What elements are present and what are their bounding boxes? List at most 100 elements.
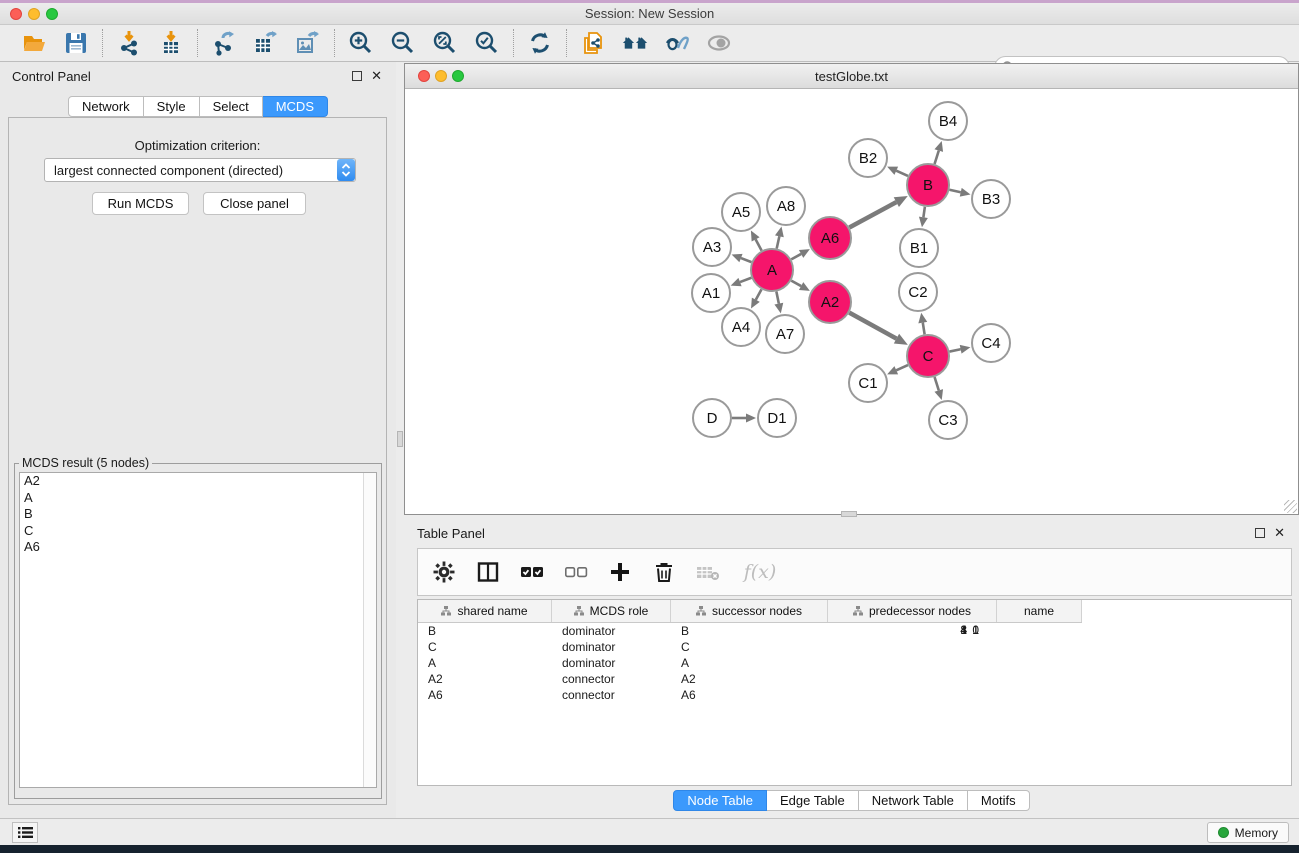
scrollbar-track[interactable] xyxy=(363,473,376,787)
splitter-grip[interactable] xyxy=(397,431,403,447)
column-header-name[interactable]: name xyxy=(997,600,1082,622)
graph-node-label: A5 xyxy=(732,204,750,221)
graph-edge-C-C2[interactable] xyxy=(923,323,925,335)
criterion-value: largest connected component (directed) xyxy=(45,163,337,178)
close-table-panel-icon[interactable]: ✕ xyxy=(1274,526,1285,540)
cell-MCDS-role: connector xyxy=(552,688,671,702)
export-network-icon[interactable] xyxy=(210,29,238,57)
graph-edge-C-C1[interactable] xyxy=(896,365,908,370)
graph-edge-A-A3[interactable] xyxy=(741,258,752,262)
tab-select[interactable]: Select xyxy=(200,96,263,117)
table-body: Bdominator41BCdominator41CAdominator80AA… xyxy=(418,623,1291,785)
export-image-icon[interactable] xyxy=(294,29,322,57)
select-all-icon[interactable] xyxy=(520,559,544,585)
network-graph[interactable]: B4B2BB3A5A8A6B1A3AC2A1A2A4A7C4CC1C3DD1 xyxy=(405,89,1298,514)
cell-predecessor-nodes: 1 xyxy=(822,623,991,786)
list-icon xyxy=(18,826,33,839)
column-header-MCDS-role[interactable]: MCDS role xyxy=(552,600,671,622)
columns-icon[interactable] xyxy=(476,559,500,585)
graph-edge-A-A2[interactable] xyxy=(791,281,801,286)
tab-network-table[interactable]: Network Table xyxy=(859,790,968,811)
main-toolbar xyxy=(0,25,1299,62)
table-row[interactable]: A6connector11A6 xyxy=(418,687,1291,703)
zoom-selected-icon[interactable] xyxy=(473,29,501,57)
home-icon[interactable] xyxy=(621,29,649,57)
criterion-dropdown[interactable]: largest connected component (directed) xyxy=(44,158,356,182)
graph-node-label: A3 xyxy=(703,239,721,256)
close-panel-button[interactable]: Close panel xyxy=(203,192,306,215)
edge-arrowhead xyxy=(731,278,742,286)
table-panel-tabs: Node TableEdge TableNetwork TableMotifs xyxy=(673,790,1029,811)
copy-network-icon[interactable] xyxy=(579,29,607,57)
graph-node-label: A2 xyxy=(821,294,839,311)
graph-edge-C-C4[interactable] xyxy=(950,349,961,351)
zoom-out-icon[interactable] xyxy=(389,29,417,57)
graph-edge-C-C3[interactable] xyxy=(935,377,939,390)
graph-edge-A-A4[interactable] xyxy=(756,289,762,299)
deselect-all-icon[interactable] xyxy=(564,559,588,585)
resize-grip[interactable] xyxy=(1284,500,1297,513)
mcds-result-list[interactable]: A2ABCA6 xyxy=(19,472,377,788)
mcds-result-item[interactable]: A2 xyxy=(20,473,376,490)
hierarchy-icon xyxy=(853,606,863,616)
graph-edge-B-B4[interactable] xyxy=(935,151,939,164)
graph-node-label: A1 xyxy=(702,285,720,302)
hierarchy-icon xyxy=(574,606,584,616)
run-mcds-button[interactable]: Run MCDS xyxy=(92,192,189,215)
save-session-icon[interactable] xyxy=(62,29,90,57)
memory-button[interactable]: Memory xyxy=(1207,822,1289,843)
column-header-predecessor-nodes[interactable]: predecessor nodes xyxy=(828,600,997,622)
edge-arrowhead xyxy=(775,227,784,238)
desktop-edge xyxy=(0,845,1299,853)
graph-node-label: B4 xyxy=(939,113,957,130)
cell-shared-name: A2 xyxy=(418,672,552,686)
tab-network[interactable]: Network xyxy=(68,96,144,117)
horizontal-splitter-grip[interactable] xyxy=(841,511,857,517)
edge-arrowhead xyxy=(746,414,756,423)
graph-edge-A-A5[interactable] xyxy=(756,239,762,250)
open-session-icon[interactable] xyxy=(20,29,48,57)
graph-edge-B-B2[interactable] xyxy=(896,171,908,176)
tab-motifs[interactable]: Motifs xyxy=(968,790,1030,811)
zoom-fit-icon[interactable] xyxy=(431,29,459,57)
hide-glasses-icon[interactable] xyxy=(663,29,691,57)
graph-edge-B-B1[interactable] xyxy=(923,207,925,218)
mcds-result-item[interactable]: C xyxy=(20,523,376,540)
refresh-icon[interactable] xyxy=(526,29,554,57)
close-panel-icon[interactable]: ✕ xyxy=(371,69,382,83)
delete-icon[interactable] xyxy=(652,559,676,585)
export-table-icon[interactable] xyxy=(252,29,280,57)
vertical-splitter[interactable] xyxy=(396,62,404,818)
import-table-icon[interactable] xyxy=(157,29,185,57)
add-column-icon[interactable] xyxy=(608,559,632,585)
graph-edge-A2-C[interactable] xyxy=(849,313,896,339)
graph-node-label: A7 xyxy=(776,326,794,343)
zoom-in-icon[interactable] xyxy=(347,29,375,57)
cell-name: C xyxy=(671,640,756,654)
column-header-shared-name[interactable]: shared name xyxy=(418,600,552,622)
float-table-panel-icon[interactable] xyxy=(1255,528,1265,538)
tab-mcds[interactable]: MCDS xyxy=(263,96,328,117)
network-window-titlebar: testGlobe.txt xyxy=(405,64,1298,89)
tab-edge-table[interactable]: Edge Table xyxy=(767,790,859,811)
graph-edge-B-B3[interactable] xyxy=(949,190,960,193)
import-network-icon[interactable] xyxy=(115,29,143,57)
mcds-result-item[interactable]: A6 xyxy=(20,539,376,556)
task-history-button[interactable] xyxy=(12,822,38,843)
graph-edge-A-A1[interactable] xyxy=(740,278,751,282)
tab-node-table[interactable]: Node Table xyxy=(673,790,767,811)
graph-edge-A-A6[interactable] xyxy=(791,254,801,259)
graph-node-label: C xyxy=(923,348,934,365)
mcds-result-item[interactable]: B xyxy=(20,506,376,523)
gear-icon[interactable] xyxy=(432,559,456,585)
graph-edge-A6-B[interactable] xyxy=(849,202,896,227)
network-canvas[interactable]: B4B2BB3A5A8A6B1A3AC2A1A2A4A7C4CC1C3DD1 xyxy=(405,89,1298,514)
column-header-successor-nodes[interactable]: successor nodes xyxy=(671,600,828,622)
node-table[interactable]: shared nameMCDS rolesuccessor nodesprede… xyxy=(417,599,1292,786)
graph-edge-A-A7[interactable] xyxy=(776,292,778,304)
graph-edge-A-A8[interactable] xyxy=(777,236,780,248)
float-panel-icon[interactable] xyxy=(352,71,362,81)
tab-style[interactable]: Style xyxy=(144,96,200,117)
graph-node-label: A4 xyxy=(732,319,750,336)
mcds-result-item[interactable]: A xyxy=(20,490,376,507)
